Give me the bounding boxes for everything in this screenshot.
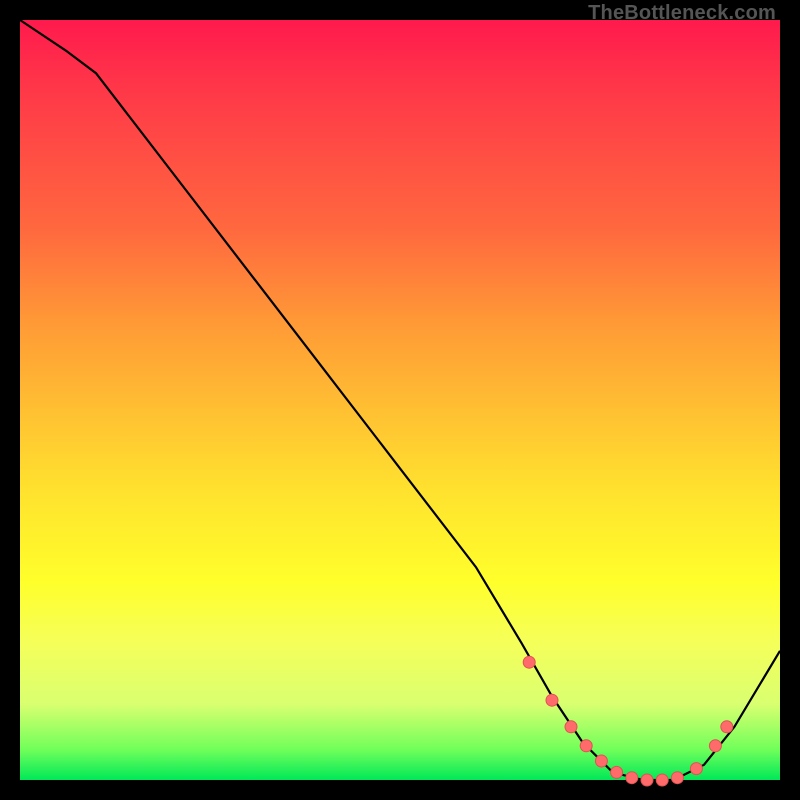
highlight-dot [709, 740, 721, 752]
highlight-dot [580, 740, 592, 752]
watermark-text: TheBottleneck.com [588, 2, 776, 25]
highlight-dot [690, 763, 702, 775]
highlight-dot [565, 721, 577, 733]
highlight-dot [595, 755, 607, 767]
plot-area [20, 20, 780, 780]
highlight-dot [671, 772, 683, 784]
highlight-dot [641, 774, 653, 786]
chart-frame: TheBottleneck.com [0, 0, 800, 800]
highlight-dot [546, 694, 558, 706]
highlight-dot [626, 772, 638, 784]
highlight-dot [656, 774, 668, 786]
highlight-dot [523, 656, 535, 668]
bottleneck-curve [20, 20, 780, 780]
highlight-dots [523, 656, 733, 786]
curve-layer [20, 20, 780, 780]
highlight-dot [721, 721, 733, 733]
highlight-dot [611, 766, 623, 778]
